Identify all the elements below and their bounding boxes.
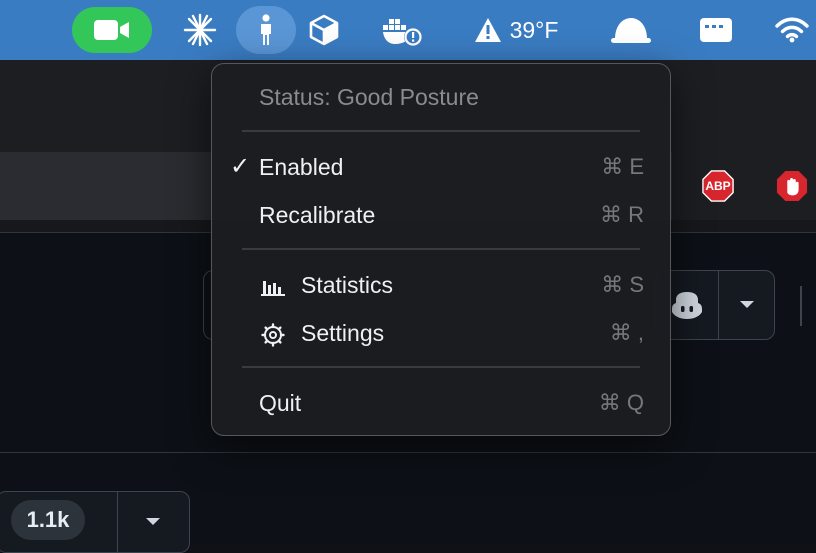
abp-label: ABP: [705, 179, 731, 193]
dome-app-icon: [611, 18, 651, 43]
gear-icon: [260, 322, 286, 348]
menu-item-settings[interactable]: Settings ⌘ ,: [212, 314, 670, 354]
window-menu-status-item[interactable]: [698, 6, 734, 54]
menu-separator: [242, 130, 640, 132]
menu-item-label: Recalibrate: [259, 202, 376, 228]
menu-item-label: Settings: [301, 320, 385, 346]
extension-toolbar: ABP: [672, 152, 816, 220]
posture-status-item[interactable]: [236, 6, 296, 54]
menu-separator: [242, 248, 640, 250]
perplexity-asterisk-icon: [183, 13, 217, 47]
menu-item-label: Statistics: [301, 272, 394, 298]
menu-item-label: Quit: [259, 390, 302, 416]
posture-status-menu: Status: Good Posture ✓ Enabled ⌘ E Recal…: [211, 63, 671, 436]
star-list-dropdown-button[interactable]: [118, 492, 188, 552]
checkmark-icon: ✓: [230, 153, 251, 180]
weather-status-item[interactable]: 39°F: [466, 6, 566, 54]
package-box-icon: [309, 14, 339, 46]
menu-item-shortcut: ⌘ ,: [609, 320, 644, 345]
warning-icon: [474, 18, 501, 42]
weather-temperature: 39°F: [509, 16, 559, 43]
caret-down-icon: [146, 518, 160, 525]
dome-status-item[interactable]: [608, 6, 654, 54]
wifi-status-item[interactable]: [772, 6, 812, 54]
facetime-video-icon: [94, 20, 129, 40]
menu-item-shortcut: ⌘ R: [600, 202, 644, 227]
copilot-button-group: [655, 270, 775, 340]
menu-item-shortcut: ⌘ E: [601, 154, 644, 179]
facetime-status-item[interactable]: [72, 7, 152, 53]
menu-item-enabled[interactable]: ✓ Enabled ⌘ E: [212, 148, 670, 188]
status-line: Status: Good Posture: [212, 78, 670, 118]
posture-person-icon: [261, 14, 271, 45]
wifi-icon: [775, 17, 809, 43]
menu-item-shortcut: ⌘ S: [601, 272, 644, 297]
bar-chart-icon: [260, 274, 286, 300]
menu-item-recalibrate[interactable]: Recalibrate ⌘ R: [212, 196, 670, 236]
abp-extension-button[interactable]: ABP: [702, 170, 734, 202]
adblock-hand-icon: [776, 170, 808, 202]
status-text: Status: Good Posture: [259, 84, 479, 110]
package-status-item[interactable]: [304, 6, 344, 54]
menu-item-statistics[interactable]: Statistics ⌘ S: [212, 266, 670, 306]
page-content-lower: 1.1k: [0, 452, 816, 553]
copilot-icon: [672, 292, 702, 319]
docker-whale-icon: [383, 19, 422, 46]
menu-item-label: Enabled: [259, 154, 344, 180]
caret-down-icon: [739, 301, 754, 308]
toolbar-divider: [800, 286, 802, 326]
menu-window-icon: [700, 18, 732, 42]
menu-item-shortcut: ⌘ Q: [598, 390, 644, 415]
copilot-dropdown-button[interactable]: [719, 271, 774, 339]
menu-separator: [242, 366, 640, 368]
adblock-extension-button[interactable]: [776, 170, 808, 202]
perplexity-status-item[interactable]: [180, 6, 220, 54]
docker-status-item[interactable]: [380, 6, 426, 54]
menu-item-quit[interactable]: Quit ⌘ Q: [212, 384, 670, 424]
star-count-badge[interactable]: 1.1k: [11, 500, 85, 540]
menu-bar: 39°F: [0, 0, 816, 60]
